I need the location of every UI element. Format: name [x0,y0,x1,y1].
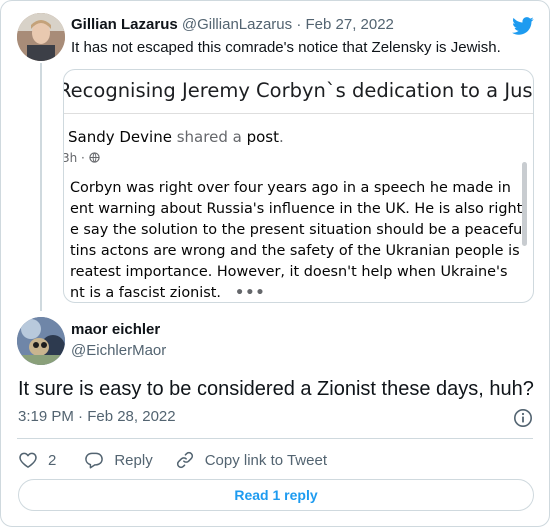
avatar[interactable] [17,317,65,365]
media-body-line: Corbyn was right over four years ago in … [70,180,511,196]
twitter-logo-icon[interactable] [511,15,535,37]
like-button[interactable]: 2 [18,450,56,470]
media-body-line: tins actons are wrong and the safety of … [70,243,520,259]
read-replies-button[interactable]: Read 1 reply [18,479,534,511]
tweet-actions: 2 Reply Copy link to Tweet [18,449,349,471]
media-poster-object: post [246,128,279,146]
media-meta: 3h · [63,151,100,165]
media-poster-suffix: . [278,128,284,146]
tweet-timestamp[interactable]: 3:19 PM · Feb 28, 2022 [18,408,176,425]
media-body-line: reatest importance. However, it doesn't … [70,264,508,280]
reply-button[interactable]: Reply [84,450,153,470]
media-body-line-last: nt is a fascist zionist. ••• [70,283,530,302]
tweet-embed-card: Gillian Lazarus @GillianLazarus · Feb 27… [0,0,550,527]
author-handle[interactable]: @EichlerMaor [71,342,166,359]
media-body-line: e say the solution to the present situat… [70,222,527,238]
media-body-text: Corbyn was right over four years ago in … [70,178,530,302]
reply-bubble-icon [85,452,104,469]
separator-dot: · [296,16,302,33]
media-banner-title: Recognising Jeremy Corbyn`s dedication t… [63,79,533,102]
author-handle[interactable]: @GillianLazarus [182,16,292,33]
media-poster-action: shared a [176,128,242,146]
media-poster-line: Sandy Devine shared a post. [68,128,284,146]
info-icon[interactable] [513,408,533,428]
media-meta-time: 3h · [63,151,89,165]
divider [17,438,533,439]
thread-line [40,63,42,311]
quoted-tweet-text: It has not escaped this comrade's notice… [71,39,501,56]
heart-icon [19,452,37,468]
quoted-tweet-header: Gillian Lazarus @GillianLazarus · Feb 27… [71,16,394,33]
media-scrollbar [522,162,527,246]
media-poster-name: Sandy Devine [68,128,172,146]
copy-link-button[interactable]: Copy link to Tweet [175,450,327,470]
author-name[interactable]: Gillian Lazarus [71,16,178,33]
globe-icon [89,152,100,163]
tweet-media-image[interactable]: Recognising Jeremy Corbyn`s dedication t… [63,69,534,303]
tweet-text: It sure is easy to be considered a Zioni… [18,378,534,400]
media-body-line: nt is a fascist zionist. [70,285,221,301]
copy-link-label: Copy link to Tweet [204,451,327,469]
author-name[interactable]: maor eichler [71,321,160,338]
media-body-line: ent warning about Russia's influence in … [70,201,523,217]
more-options-icon: ••• [235,285,266,301]
link-icon [176,451,193,469]
avatar[interactable] [17,13,65,61]
tweet-date[interactable]: Feb 27, 2022 [306,16,394,33]
media-banner: Recognising Jeremy Corbyn`s dedication t… [64,70,533,114]
like-count: 2 [48,451,57,469]
reply-label: Reply [114,451,153,469]
